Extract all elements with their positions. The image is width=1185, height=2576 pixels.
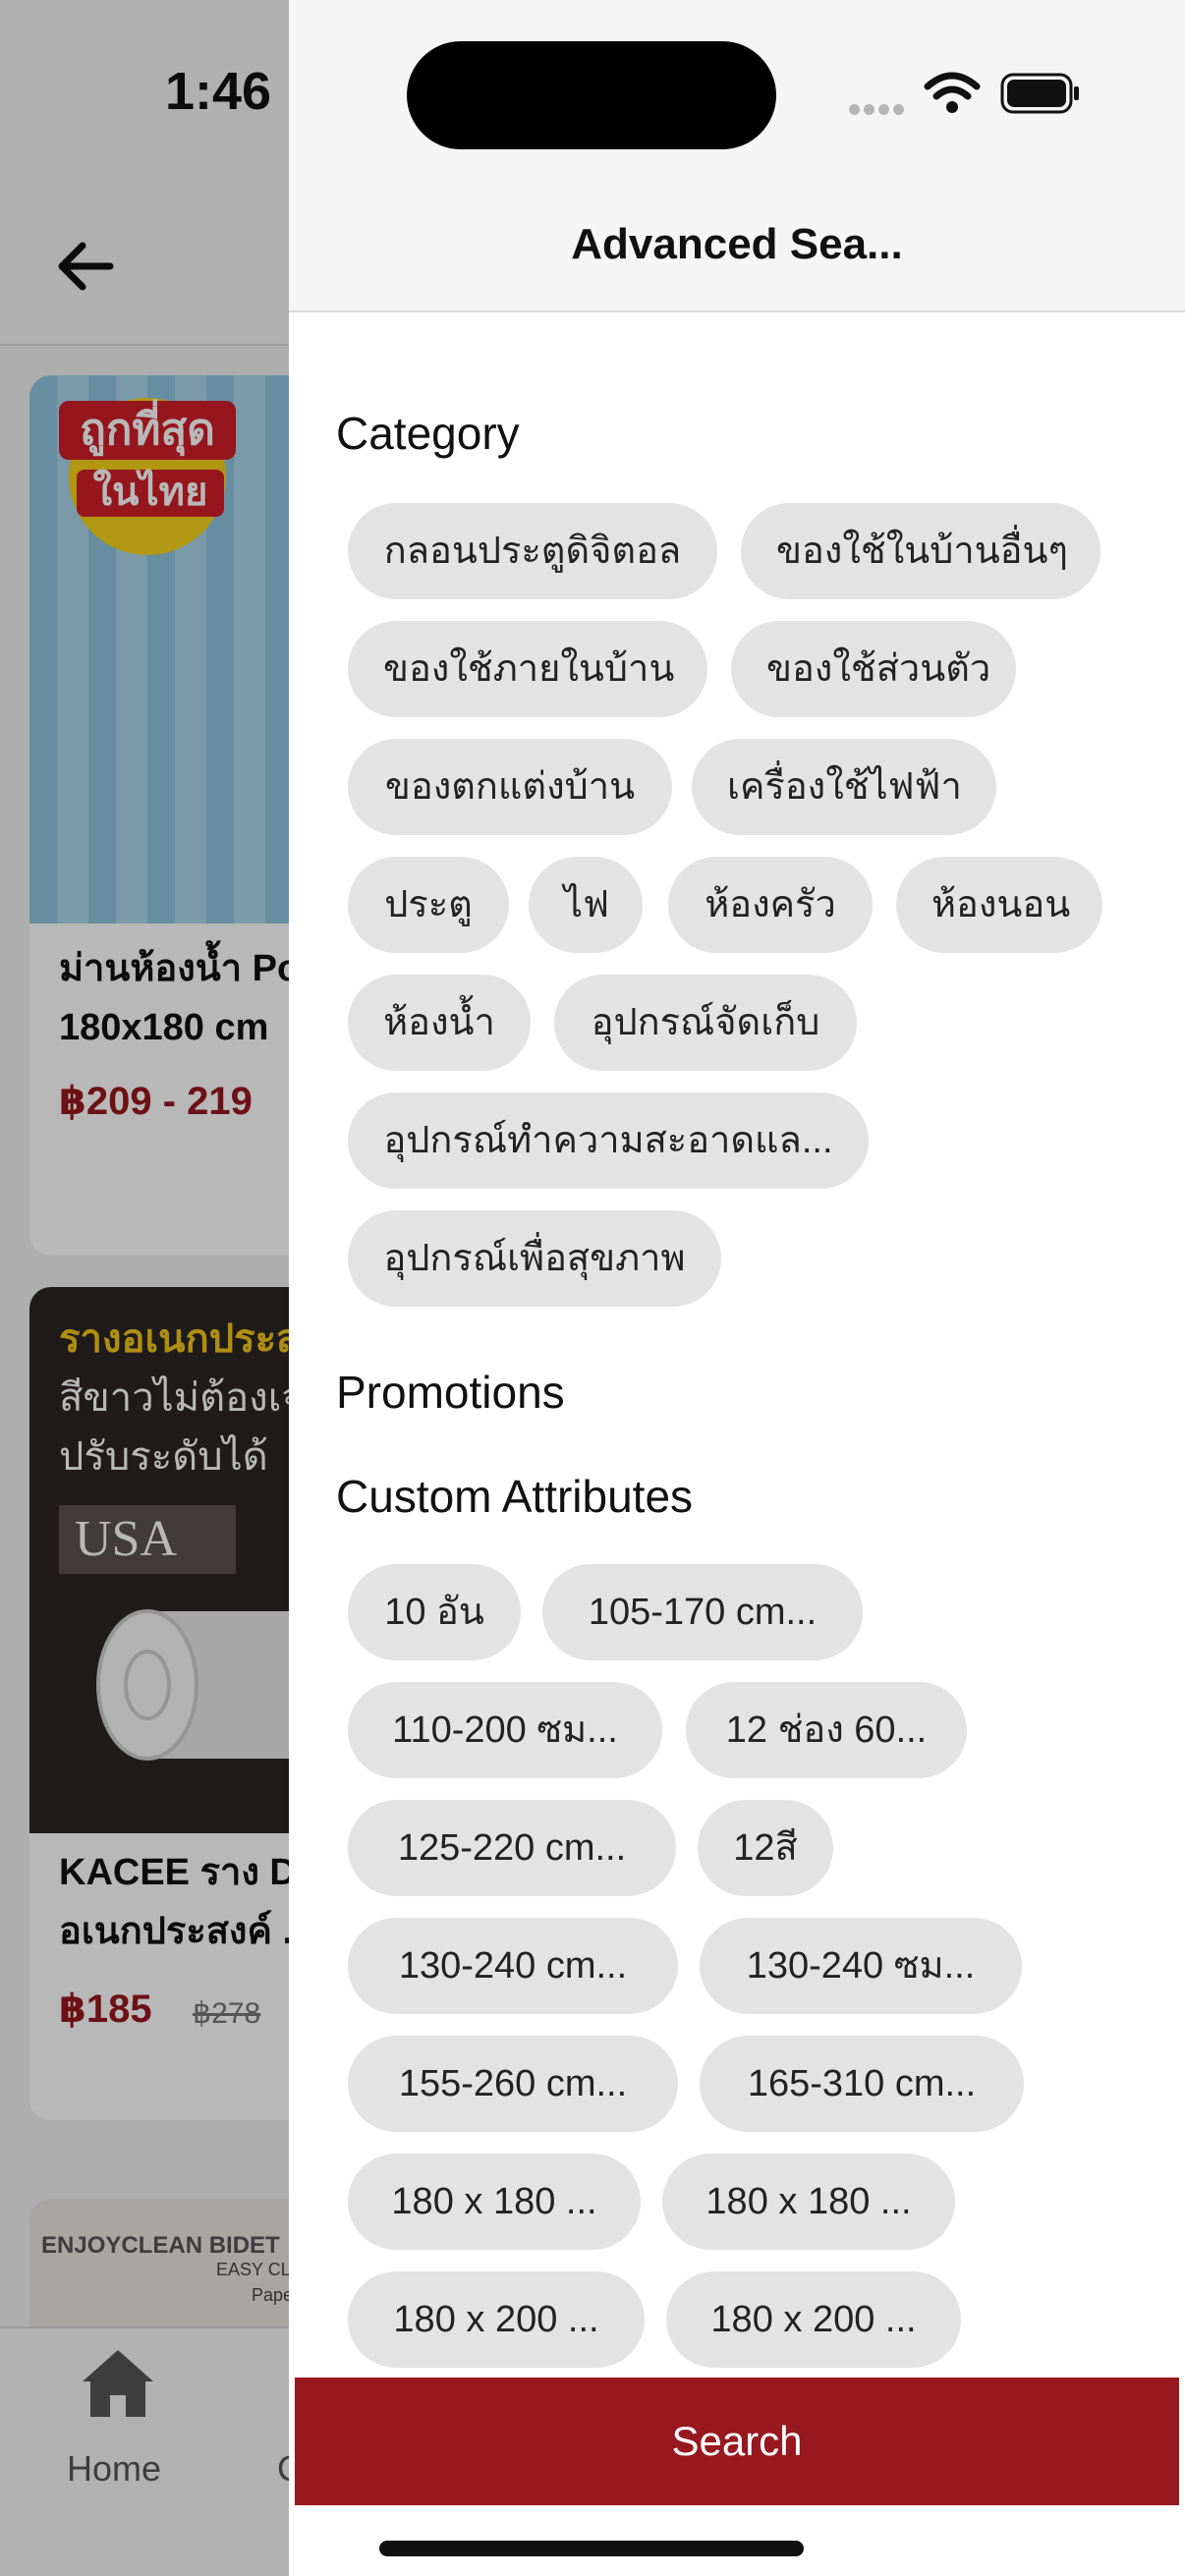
dynamic-island — [407, 41, 776, 149]
cellular-signal-icon — [849, 102, 908, 115]
home-indicator — [379, 2541, 804, 2556]
category-chip[interactable]: อุปกรณ์ทำความสะอาดแล... — [348, 1092, 869, 1189]
attribute-chip[interactable]: 180 x 180 ... — [662, 2154, 955, 2250]
category-chip[interactable]: อุปกรณ์เพื่อสุขภาพ — [348, 1210, 721, 1307]
attribute-chip[interactable]: 180 x 180 ... — [348, 2154, 641, 2250]
category-chip[interactable]: อุปกรณ์จัดเก็บ — [554, 975, 857, 1071]
category-chip[interactable]: กลอนประตูดิจิตอล — [348, 503, 717, 599]
search-button[interactable]: Search — [295, 2378, 1179, 2505]
attribute-chip[interactable]: 125-220 cm... — [348, 1800, 676, 1896]
category-chip[interactable]: ของใช้ส่วนตัว — [731, 621, 1016, 717]
category-chip[interactable]: ของใช้ในบ้านอื่นๆ — [741, 503, 1100, 599]
battery-icon — [1000, 73, 1079, 114]
category-chip[interactable]: เครื่องใช้ไฟฟ้า — [692, 739, 996, 835]
custom-attributes-section-title: Custom Attributes — [336, 1471, 694, 1522]
attribute-chip[interactable]: 180 x 200 ... — [348, 2271, 645, 2368]
wifi-icon — [924, 72, 981, 113]
attribute-chip[interactable]: 10 อัน — [348, 1564, 521, 1660]
category-chip[interactable]: ประตู — [348, 857, 509, 953]
category-chip[interactable]: ของตกแต่งบ้าน — [348, 739, 672, 835]
attribute-chip[interactable]: 165-310 cm... — [700, 2036, 1024, 2132]
attribute-chip[interactable]: 130-240 ซม... — [700, 1918, 1022, 2014]
advanced-search-drawer: Advanced Sea... Category กลอนประตูดิจิตอ… — [289, 0, 1185, 2576]
attribute-chip[interactable]: 180 x 200 ... — [666, 2271, 961, 2368]
category-section-title: Category — [336, 408, 520, 459]
promotions-section-title[interactable]: Promotions — [336, 1366, 565, 1419]
attribute-chip[interactable]: 12 ช่อง 60... — [686, 1682, 967, 1778]
category-chip[interactable]: ของใช้ภายในบ้าน — [348, 621, 707, 717]
attribute-chip[interactable]: 105-170 cm... — [542, 1564, 863, 1660]
attribute-chip[interactable]: 110-200 ซม... — [348, 1682, 662, 1778]
category-chip[interactable]: ห้องครัว — [668, 857, 873, 953]
attribute-chip[interactable]: 12สี — [698, 1800, 833, 1896]
category-chip[interactable]: ห้องน้ำ — [348, 975, 531, 1071]
category-chip[interactable]: ไฟ — [529, 857, 643, 953]
drawer-title: Advanced Sea... — [571, 220, 903, 268]
attribute-chip[interactable]: 130-240 cm... — [348, 1918, 678, 2014]
attribute-chip[interactable]: 155-260 cm... — [348, 2036, 678, 2132]
category-chip[interactable]: ห้องนอน — [896, 857, 1102, 953]
